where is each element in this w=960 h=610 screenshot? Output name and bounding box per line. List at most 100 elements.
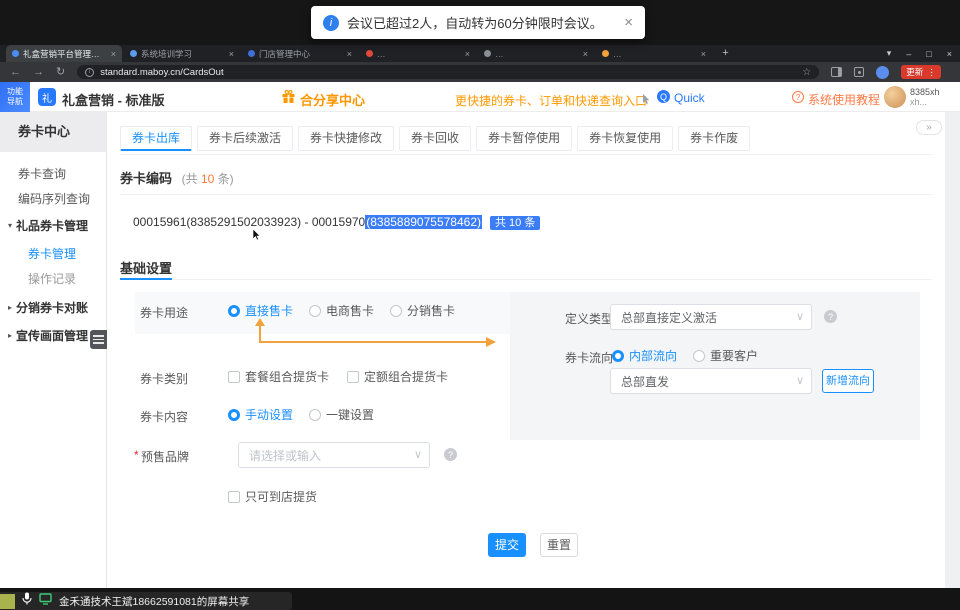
tab-card-void[interactable]: 券卡作废 (678, 126, 750, 151)
checkbox-label: 只可到店提货 (245, 488, 317, 505)
checkbox-icon (228, 371, 240, 383)
radio-important-customer[interactable]: 重要客户 (693, 347, 758, 364)
side-panel-icon[interactable] (831, 67, 842, 77)
minimize-button[interactable]: – (906, 49, 911, 59)
submit-button[interactable]: 提交 (488, 533, 526, 557)
close-window-button[interactable]: × (947, 49, 952, 59)
tab-search-icon[interactable]: ▾ (887, 48, 892, 59)
checkbox-package-combo-card[interactable]: 套餐组合提货卡 (228, 368, 329, 385)
extensions-icon[interactable] (854, 67, 864, 77)
browser-tab-4[interactable]: … × (360, 45, 476, 62)
tab-close-icon[interactable]: × (465, 49, 470, 59)
tab-card-quick-edit[interactable]: 券卡快捷修改 (298, 126, 394, 151)
meeting-toast: i 会议已超过2人，自动转为60分钟限时会议。 × (311, 6, 645, 39)
radio-manual-setup[interactable]: 手动设置 (228, 406, 293, 423)
browser-tab-6[interactable]: … × (596, 45, 712, 62)
tab-favicon (248, 50, 255, 57)
site-info-icon[interactable]: i (85, 68, 94, 77)
sidebar-group-distribution-card[interactable]: ▸ 分销券卡对账 (8, 299, 88, 316)
app-brand-title: 礼盒营销 - 标准版 (62, 90, 165, 109)
sidebar-item-card-query[interactable]: 券卡查询 (18, 165, 66, 182)
tab-card-activate[interactable]: 券卡后续激活 (197, 126, 293, 151)
chevron-down-icon: ∨ (796, 310, 804, 323)
content-label: 券卡内容 (140, 408, 188, 425)
flow-select[interactable]: 总部直发 ∨ (610, 368, 812, 394)
browser-profile-avatar[interactable] (876, 66, 889, 79)
radio-label: 内部流向 (629, 347, 677, 364)
codes-count-post: 条) (214, 172, 233, 186)
help-circle-icon[interactable]: ? (824, 310, 837, 323)
radio-selected-icon (612, 350, 624, 362)
reload-icon[interactable]: ↻ (56, 67, 65, 78)
browser-tab-5[interactable]: … × (478, 45, 594, 62)
active-section-underline (120, 278, 172, 280)
radio-internal-flow[interactable]: 内部流向 (612, 347, 677, 364)
url-text: standard.maboy.cn/CardsOut (100, 67, 796, 78)
sidebar-group-promo-image[interactable]: ▸ 宣传画面管理 (8, 327, 88, 344)
reset-button[interactable]: 重置 (540, 533, 578, 557)
checkbox-icon (228, 491, 240, 503)
tab-close-icon[interactable]: × (347, 49, 352, 59)
checkbox-fixed-combo-card[interactable]: 定额组合提货卡 (347, 368, 448, 385)
content-options: 手动设置 一键设置 (228, 406, 374, 423)
hamburger-icon (93, 339, 104, 341)
tab-close-icon[interactable]: × (583, 49, 588, 59)
screen-share-bar: 金禾通技术王斌18662591081的屏幕共享 (0, 592, 292, 610)
basic-settings-title: 基础设置 (120, 258, 172, 277)
browser-tab-2[interactable]: 系统培训学习 × (124, 45, 240, 62)
radio-one-click-setup[interactable]: 一键设置 (309, 406, 374, 423)
radio-selected-icon (228, 305, 240, 317)
function-nav-toggle[interactable]: 功能 导航 (0, 82, 30, 112)
mouse-cursor (252, 228, 261, 246)
maximize-button[interactable]: □ (926, 49, 931, 59)
category-options: 套餐组合提货卡 定额组合提货卡 (228, 368, 448, 385)
radio-label: 一键设置 (326, 406, 374, 423)
tutorial-link[interactable]: 系统使用教程 (808, 91, 880, 108)
code-text-selected: (8385889075578462) (365, 215, 482, 229)
tab-title: 礼盒营销平台管理中心 (23, 48, 107, 60)
sidebar-item-code-sequence-query[interactable]: 编码序列查询 (18, 190, 90, 207)
share-center-link[interactable]: 合分享中心 (300, 90, 365, 109)
chevron-right-icon: ▸ (8, 331, 12, 340)
brand-select[interactable]: 请选择或输入 ∨ (238, 442, 430, 468)
pointer-icon (642, 92, 651, 110)
tab-card-outbound[interactable]: 券卡出库 (120, 126, 192, 151)
store-only-row: 只可到店提货 (228, 488, 317, 505)
tab-card-suspend[interactable]: 券卡暂停使用 (476, 126, 572, 151)
tab-close-icon[interactable]: × (701, 49, 706, 59)
help-circle-icon[interactable]: ? (444, 448, 457, 461)
tab-card-resume[interactable]: 券卡恢复使用 (577, 126, 673, 151)
toast-close-icon[interactable]: × (624, 14, 633, 31)
promo-text[interactable]: 更快捷的券卡、订单和快递查询入口 (455, 92, 647, 109)
add-flow-button[interactable]: 新增流向 (822, 369, 874, 393)
forward-icon[interactable]: → (33, 67, 44, 78)
app-header: 功能 导航 礼 礼盒营销 - 标准版 合分享中心 更快捷的券卡、订单和快递查询入… (0, 82, 960, 112)
quick-link[interactable]: Quick (674, 91, 705, 105)
divider (120, 279, 932, 280)
select-value: 总部直接定义激活 (621, 309, 717, 326)
codes-title: 券卡编码 (120, 171, 172, 186)
sidebar-item-operation-records[interactable]: 操作记录 (28, 270, 76, 287)
tab-card-recycle[interactable]: 券卡回收 (399, 126, 471, 151)
sidebar-item-card-management[interactable]: 券卡管理 (28, 245, 76, 262)
browser-tab-3[interactable]: 门店管理中心 × (242, 45, 358, 62)
new-tab-button[interactable]: + (718, 46, 733, 61)
tab-close-icon[interactable]: × (229, 49, 234, 59)
gift-icon (281, 89, 296, 109)
quick-q-icon[interactable]: Q (657, 90, 670, 103)
sidebar-collapse-toggle[interactable] (90, 330, 107, 349)
define-type-select[interactable]: 总部直接定义激活 ∨ (610, 304, 812, 330)
update-button[interactable]: 更新 ⋮ (901, 65, 941, 79)
browser-tab-1[interactable]: 礼盒营销平台管理中心 × (6, 45, 122, 62)
sidebar-group-label: 宣传画面管理 (16, 327, 88, 344)
url-bar[interactable]: i standard.maboy.cn/CardsOut ☆ (77, 65, 819, 79)
checkbox-store-pickup-only[interactable]: 只可到店提货 (228, 488, 317, 505)
back-icon[interactable]: ← (10, 67, 21, 78)
tab-close-icon[interactable]: × (111, 49, 116, 59)
user-avatar[interactable] (884, 86, 906, 108)
usage-label: 券卡用途 (140, 304, 188, 321)
user-name: 8385xh (910, 87, 940, 97)
bookmark-star-icon[interactable]: ☆ (802, 67, 811, 78)
sidebar-title: 券卡中心 (0, 112, 106, 152)
sidebar-group-gift-card-mgmt[interactable]: ▾ 礼品券卡管理 (8, 217, 88, 234)
